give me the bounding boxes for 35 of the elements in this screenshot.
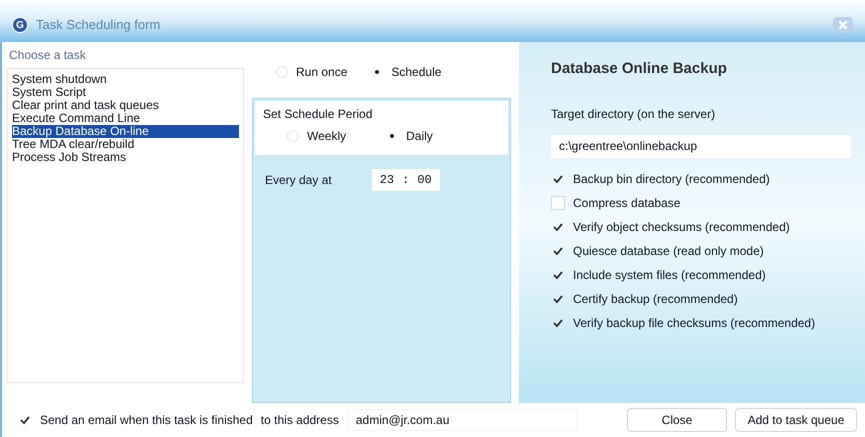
task-item[interactable]: Backup Database On-line xyxy=(12,125,239,138)
task-item[interactable]: Execute Command Line xyxy=(12,112,239,125)
checkbox[interactable] xyxy=(551,196,565,210)
time-field[interactable]: 23 : 00 xyxy=(372,169,440,191)
task-item[interactable]: Process Job Streams xyxy=(12,151,239,164)
option-label: Quiesce database (read only mode) xyxy=(573,242,764,260)
time-label: Every day at xyxy=(265,172,332,189)
radio-label: Run once xyxy=(296,64,348,81)
option-label: Verify backup file checksums (recommended) xyxy=(573,314,816,332)
task-item[interactable]: System shutdown xyxy=(12,73,239,86)
task-item[interactable]: Clear print and task queues xyxy=(12,99,239,112)
option-label: Certify backup (recommended) xyxy=(573,290,738,308)
option-label: Compress database xyxy=(573,194,680,212)
address-label: to this address xyxy=(260,412,339,429)
email-field[interactable]: admin@jr.com.au xyxy=(346,409,577,431)
period-title: Set Schedule Period xyxy=(263,106,374,123)
add-to-queue-button[interactable]: Add to task queue xyxy=(735,408,857,432)
task-item[interactable]: System Script xyxy=(12,86,239,99)
radio-label: Weekly xyxy=(307,128,346,145)
option-label: Backup bin directory (recommended) xyxy=(573,170,770,188)
close-button[interactable]: Close xyxy=(627,408,727,432)
radio-button[interactable] xyxy=(276,66,288,78)
app-logo-icon: G xyxy=(12,17,28,33)
email-label: Send an email when this task is finished xyxy=(40,412,253,429)
task-list-label: Choose a task xyxy=(9,47,87,64)
option-label: Include system files (recommended) xyxy=(573,266,766,284)
radio-label: Daily xyxy=(406,128,433,145)
backup-title: Database Online Backup xyxy=(551,59,728,79)
directory-field[interactable]: c:\greentree\onlinebackup xyxy=(551,134,851,158)
directory-label: Target directory (on the server) xyxy=(551,106,716,122)
window-title: Task Scheduling form xyxy=(36,16,160,34)
radio-button[interactable] xyxy=(287,130,299,142)
option-label: Verify object checksums (recommended) xyxy=(573,218,790,236)
task-item[interactable]: Tree MDA clear/rebuild xyxy=(12,138,239,151)
radio-label: Schedule xyxy=(391,64,442,81)
